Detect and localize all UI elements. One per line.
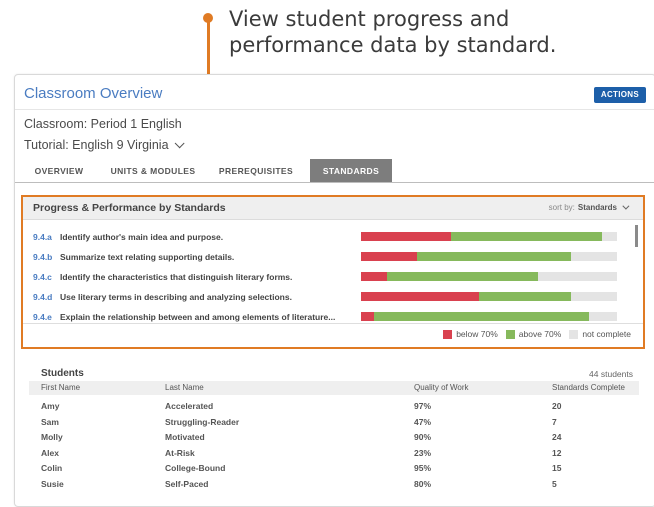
sort-label: sort by: bbox=[548, 203, 575, 212]
standard-row[interactable]: 9.4.a Identify author's main idea and pur… bbox=[23, 231, 623, 245]
standard-row[interactable]: 9.4.c Identify the characteristics that d… bbox=[23, 271, 623, 285]
scrollbar-thumb[interactable] bbox=[635, 225, 638, 247]
standard-progress-bar bbox=[361, 232, 617, 241]
table-row[interactable]: Susie Self-Paced 80% 5 bbox=[29, 477, 639, 491]
tab-standards[interactable]: STANDARDS bbox=[310, 159, 392, 182]
student-first-name: Molly bbox=[41, 432, 63, 442]
title-divider bbox=[15, 109, 654, 110]
legend-below-label: below 70% bbox=[456, 329, 498, 339]
student-standards-complete: 20 bbox=[552, 401, 562, 411]
standard-row[interactable]: 9.4.d Use literary terms in describing an… bbox=[23, 291, 623, 305]
tab-prerequisites[interactable]: PREREQUISITES bbox=[211, 159, 301, 182]
table-row[interactable]: Molly Motivated 90% 24 bbox=[29, 430, 639, 444]
student-first-name: Susie bbox=[41, 478, 64, 489]
student-quality: 47% bbox=[414, 416, 432, 427]
student-standards-complete: 12 bbox=[552, 447, 562, 458]
student-last-name: Accelerated bbox=[165, 401, 214, 411]
standard-description: Use literary terms in describing and ana… bbox=[60, 292, 292, 302]
tab-units-modules[interactable]: UNITS & MODULES bbox=[99, 159, 207, 182]
classroom-overview-panel: Classroom Overview ACTIONS Classroom: Pe… bbox=[14, 74, 654, 507]
chevron-down-icon bbox=[174, 138, 185, 149]
students-title: Students bbox=[41, 368, 84, 379]
standard-code[interactable]: 9.4.d bbox=[33, 292, 52, 302]
legend-swatch-above bbox=[505, 329, 515, 339]
legend-swatch-not-complete bbox=[569, 329, 579, 339]
standard-progress-bar bbox=[361, 292, 617, 301]
student-quality: 23% bbox=[414, 447, 432, 458]
chevron-down-icon bbox=[622, 202, 630, 210]
table-row[interactable]: Amy Accelerated 97% 20 bbox=[29, 399, 639, 413]
standards-title: Progress & Performance by Standards bbox=[33, 202, 226, 214]
standard-description: Identify the characteristics that distin… bbox=[60, 272, 293, 282]
sort-value: Standards bbox=[577, 203, 617, 212]
student-last-name: Self-Paced bbox=[165, 478, 209, 489]
student-quality: 95% bbox=[414, 463, 432, 473]
tab-overview[interactable]: OVERVIEW bbox=[25, 159, 93, 182]
progress-segment-below bbox=[361, 312, 374, 321]
progress-segment-above bbox=[450, 232, 602, 241]
actions-button[interactable]: ACTIONS bbox=[593, 87, 646, 103]
student-first-name: Alex bbox=[41, 447, 59, 458]
progress-segment-above bbox=[386, 272, 538, 281]
student-standards-complete: 15 bbox=[552, 463, 562, 473]
student-last-name: At-Risk bbox=[165, 447, 195, 458]
student-first-name: Amy bbox=[41, 401, 60, 411]
standard-code[interactable]: 9.4.b bbox=[33, 252, 52, 262]
student-standards-complete: 7 bbox=[552, 416, 557, 427]
legend-not-complete-label: not complete bbox=[582, 329, 631, 339]
column-header-standards-complete[interactable]: Standards Complete bbox=[552, 383, 625, 392]
student-first-name: Colin bbox=[41, 463, 63, 473]
student-standards-complete: 24 bbox=[552, 432, 562, 442]
page-title: Classroom Overview bbox=[24, 85, 163, 102]
progress-segment-below bbox=[361, 272, 387, 281]
standard-code[interactable]: 9.4.a bbox=[33, 232, 52, 242]
progress-segment-below bbox=[361, 252, 418, 261]
standard-description: Explain the relationship between and amo… bbox=[60, 312, 336, 322]
student-standards-complete: 5 bbox=[552, 478, 557, 489]
students-table-header: First Name Last Name Quality of Work Sta… bbox=[29, 381, 639, 395]
student-last-name: Struggling-Reader bbox=[165, 416, 240, 427]
student-first-name: Sam bbox=[41, 416, 59, 427]
student-quality: 90% bbox=[414, 432, 432, 442]
tutorial-selector[interactable]: Tutorial: English 9 Virginia bbox=[24, 138, 185, 152]
tab-bar: OVERVIEW UNITS & MODULES PREREQUISITES S… bbox=[15, 159, 654, 183]
standards-header: Progress & Performance by Standards sort… bbox=[23, 197, 643, 220]
progress-segment-above bbox=[478, 292, 571, 301]
student-quality: 80% bbox=[414, 478, 432, 489]
legend-above-label: above 70% bbox=[518, 329, 562, 339]
table-row[interactable]: Alex At-Risk 23% 12 bbox=[29, 446, 639, 460]
column-header-quality-of-work[interactable]: Quality of Work bbox=[414, 383, 469, 392]
legend-swatch-below bbox=[443, 329, 453, 339]
standard-code[interactable]: 9.4.c bbox=[33, 272, 52, 282]
table-row[interactable]: Sam Struggling-Reader 47% 7 bbox=[29, 415, 639, 429]
student-quality: 97% bbox=[414, 401, 432, 411]
progress-segment-above bbox=[373, 312, 589, 321]
callout-line-2: performance data by standard. bbox=[229, 33, 557, 57]
tutorial-label: Tutorial: English 9 Virginia bbox=[24, 138, 169, 152]
legend-divider bbox=[23, 323, 643, 324]
standard-row[interactable]: 9.4.b Summarize text relating supporting … bbox=[23, 251, 623, 265]
callout-text: View student progress and performance da… bbox=[229, 6, 639, 58]
column-header-first-name[interactable]: First Name bbox=[41, 383, 80, 392]
standard-progress-bar bbox=[361, 312, 617, 321]
progress-segment-above bbox=[417, 252, 571, 261]
standard-description: Summarize text relating supporting detai… bbox=[60, 252, 235, 262]
student-last-name: College-Bound bbox=[165, 463, 226, 473]
classroom-label: Classroom: Period 1 English bbox=[24, 117, 182, 131]
sort-dropdown[interactable]: sort by: Standards bbox=[548, 202, 630, 212]
progress-segment-below bbox=[361, 232, 451, 241]
standard-description: Identify author's main idea and purpose. bbox=[60, 232, 224, 242]
progress-segment-below bbox=[361, 292, 479, 301]
standards-progress-section: Progress & Performance by Standards sort… bbox=[21, 195, 645, 349]
callout-line-1: View student progress and bbox=[229, 7, 510, 31]
column-header-last-name[interactable]: Last Name bbox=[165, 383, 204, 392]
standard-code[interactable]: 9.4.e bbox=[33, 312, 52, 322]
student-last-name: Motivated bbox=[165, 432, 205, 442]
standard-progress-bar bbox=[361, 252, 617, 261]
students-count: 44 students bbox=[589, 369, 633, 379]
table-row[interactable]: Colin College-Bound 95% 15 bbox=[29, 461, 639, 475]
legend: below 70% above 70% not complete bbox=[435, 329, 631, 339]
standard-progress-bar bbox=[361, 272, 617, 281]
